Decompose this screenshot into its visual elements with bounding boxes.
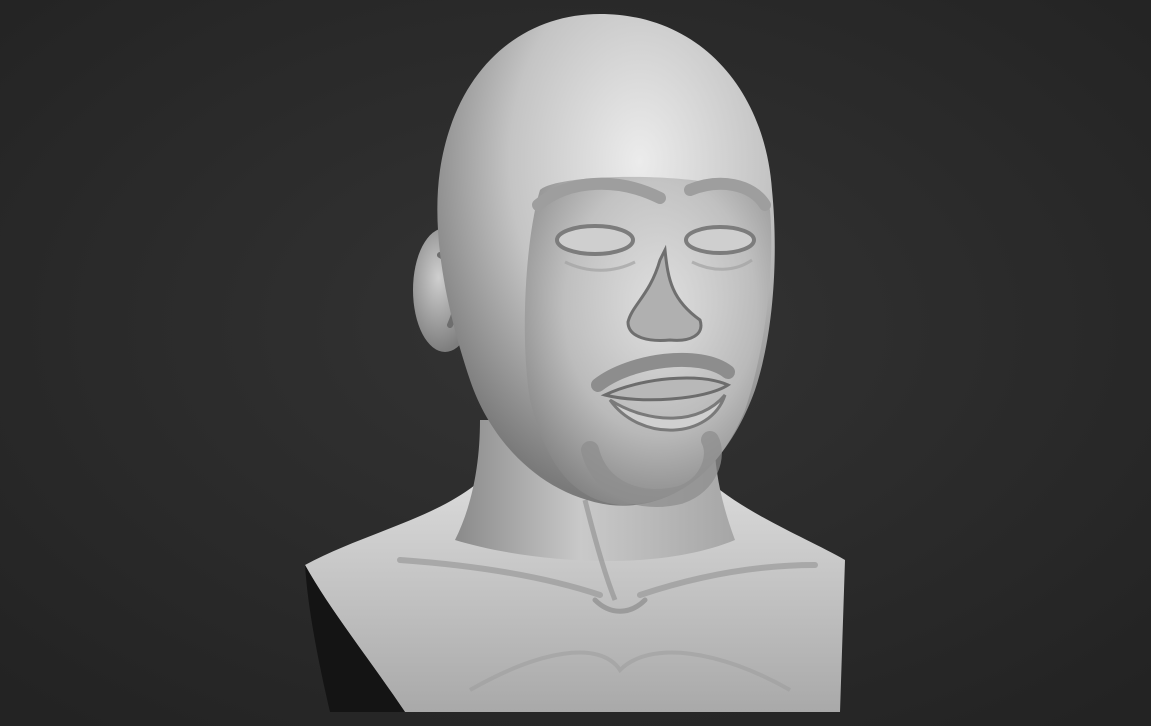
eye-left	[555, 224, 635, 256]
eye-right	[684, 225, 756, 255]
render-viewport	[0, 0, 1151, 726]
bust-render	[0, 0, 1151, 726]
